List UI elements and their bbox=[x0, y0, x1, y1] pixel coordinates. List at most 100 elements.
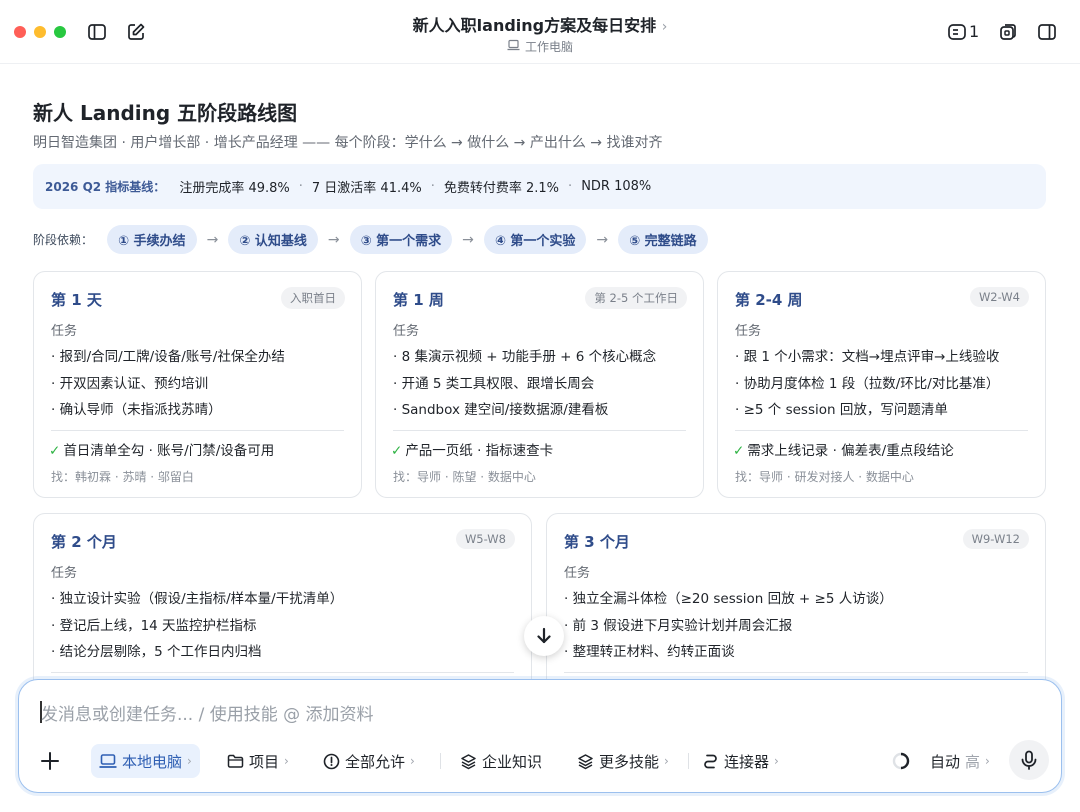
card-output: ✓ 需求上线记录 · 偏差表/重点段结论 bbox=[733, 439, 954, 459]
card-output: ✓ 首日清单全勾 · 账号/门禁/设备可用 bbox=[49, 439, 274, 459]
toolbar-divider bbox=[688, 753, 689, 769]
card-tag: 第 2-5 个工作日 bbox=[585, 287, 687, 309]
stage-card-day1: 第 1 天 入职首日 任务 · 报到/合同/工牌/设备/账号/社保全办结 · 开… bbox=[33, 271, 362, 498]
more-skills-button[interactable]: 更多技能 › bbox=[577, 744, 669, 778]
task-count: 1 bbox=[969, 22, 980, 41]
metric-separator: · bbox=[298, 179, 303, 194]
plus-icon bbox=[41, 752, 59, 770]
layers-icon bbox=[578, 753, 593, 769]
metric-item: 注册完成率 49.8% bbox=[179, 181, 290, 196]
task-item: · 整理转正材料、约转正面谈 bbox=[564, 644, 735, 660]
device-name: 工作电脑 bbox=[524, 40, 573, 54]
card-section-label: 任务 bbox=[51, 566, 78, 581]
microphone-button[interactable] bbox=[1009, 740, 1049, 780]
card-tag: W2-W4 bbox=[969, 287, 1029, 307]
stage-pill: ③ 第一个需求 bbox=[349, 225, 453, 254]
more-skills-label: 更多技能 bbox=[599, 752, 660, 771]
deps-label: 阶段依赖： bbox=[33, 233, 94, 247]
project-button[interactable]: 项目 › bbox=[227, 744, 289, 778]
connector-button[interactable]: 连接器 › bbox=[702, 744, 779, 778]
card-contacts: 找：导师 · 陈望 · 数据中心 bbox=[393, 470, 536, 484]
stage-pill: ④ 第一个实验 bbox=[483, 225, 587, 254]
card-contacts: 找：导师 · 研发对接人 · 数据中心 bbox=[735, 470, 914, 484]
stage-pill: ② 认知基线 bbox=[228, 225, 318, 254]
add-button[interactable] bbox=[39, 744, 61, 778]
stage-pill: ⑤ 完整链路 bbox=[618, 225, 708, 254]
card-divider bbox=[393, 430, 686, 431]
enterprise-knowledge-label: 企业知识 bbox=[482, 752, 543, 771]
doc-subtitle: 明日智造集团 · 用户增长部 · 增长产品经理 —— 每个阶段：学什么 → 做什… bbox=[33, 135, 663, 151]
enterprise-knowledge-button[interactable]: 企业知识 bbox=[460, 744, 542, 778]
chevron-right-icon: › bbox=[664, 754, 669, 768]
card-tag: W9-W12 bbox=[962, 529, 1029, 549]
folder-icon bbox=[227, 754, 244, 768]
stage-dependencies: 阶段依赖： ① 手续办结 → ② 认知基线 → ③ 第一个需求 → ④ 第一个实… bbox=[33, 225, 708, 254]
check-icon: ✓ bbox=[733, 443, 745, 459]
tasks-icon[interactable] bbox=[945, 20, 969, 44]
stage-card-week1: 第 1 周 第 2-5 个工作日 任务 · 8 集演示视频 + 功能手册 + 6… bbox=[375, 271, 704, 498]
chevron-right-icon: › bbox=[774, 754, 779, 768]
output-text: 首日清单全勾 · 账号/门禁/设备可用 bbox=[63, 443, 275, 459]
task-item: · Sandbox 建空间/接数据源/建看板 bbox=[393, 402, 609, 418]
connector-icon bbox=[704, 754, 717, 768]
task-item: · 前 3 假设进下月实验计划并周会汇报 bbox=[564, 617, 793, 634]
chevron-right-icon: › bbox=[661, 19, 668, 35]
chevron-right-icon: › bbox=[985, 754, 990, 768]
auto-mode-button[interactable]: 自动 高 › bbox=[891, 744, 990, 778]
local-computer-label: 本地电脑 bbox=[122, 752, 183, 771]
title-bar: 新人入职landing方案及每日安排 › 工作电脑 1 bbox=[0, 0, 1080, 64]
check-icon: ✓ bbox=[49, 443, 61, 459]
copy-window-icon[interactable] bbox=[996, 20, 1020, 44]
output-text: 需求上线记录 · 偏差表/重点段结论 bbox=[747, 443, 954, 459]
local-computer-button[interactable]: 本地电脑 › bbox=[91, 744, 200, 778]
auto-mode-label: 自动 bbox=[930, 752, 961, 771]
metric-item: 免费转付费率 2.1% bbox=[443, 181, 560, 196]
doc-title: 新人 Landing 五阶段路线图 bbox=[33, 101, 298, 125]
composer-input[interactable]: 发消息或创建任务... / 使用技能 @ 添加资料 bbox=[41, 700, 374, 725]
card-title: 第 1 天 bbox=[51, 291, 102, 309]
composer-toolbar: 本地电脑 › 项目 › 全部允许 › 企业知识 更多技能 › 连接器 › 自动 … bbox=[19, 740, 1061, 780]
card-divider bbox=[564, 672, 1028, 673]
card-title: 第 3 个月 bbox=[564, 533, 630, 551]
card-tag: 入职首日 bbox=[281, 287, 345, 309]
connector-label: 连接器 bbox=[724, 752, 770, 771]
task-item: · 独立全漏斗体检（≥20 session 回放 + ≥5 人访谈） bbox=[564, 591, 893, 607]
project-label: 项目 bbox=[249, 752, 280, 771]
toolbar-divider bbox=[440, 753, 441, 769]
task-item: · 开双因素认证、预约培训 bbox=[51, 375, 209, 392]
task-item: · 开通 5 类工具权限、跟增长周会 bbox=[393, 375, 595, 392]
metrics-baseline: 2026 Q2 指标基线： 注册完成率 49.8% · 7 日激活率 41.4%… bbox=[33, 164, 1046, 209]
output-text: 产品一页纸 · 指标速查卡 bbox=[405, 443, 554, 459]
task-item: · 确认导师（未指派找苏晴） bbox=[51, 402, 222, 418]
chevron-right-icon: › bbox=[284, 754, 289, 768]
arrow-right-icon: → bbox=[327, 231, 340, 248]
permission-button[interactable]: 全部允许 › bbox=[323, 744, 415, 778]
device-label: 工作电脑 bbox=[0, 38, 1080, 55]
metric-item: 7 日激活率 41.4% bbox=[311, 181, 422, 196]
stage-pill: ① 手续办结 bbox=[107, 225, 197, 254]
chevron-right-icon: › bbox=[187, 754, 192, 768]
loading-ring-icon bbox=[892, 752, 910, 770]
card-section-label: 任务 bbox=[51, 324, 78, 339]
window-title-text: 新人入职landing方案及每日安排 bbox=[412, 16, 657, 35]
metric-separator: · bbox=[430, 179, 435, 194]
right-panel-toggle-icon[interactable] bbox=[1035, 20, 1059, 44]
card-title: 第 1 周 bbox=[393, 291, 444, 309]
window-title[interactable]: 新人入职landing方案及每日安排 › bbox=[0, 12, 1080, 36]
task-item: · 协助月度体检 1 段（拉数/环比/对比基准） bbox=[735, 375, 1000, 392]
scroll-to-bottom-button[interactable] bbox=[524, 616, 564, 656]
chevron-right-icon: › bbox=[410, 754, 415, 768]
task-list: · 跟 1 个小需求：文档→埋点评审→上线验收 · 协助月度体检 1 段（拉数/… bbox=[735, 348, 999, 428]
message-composer[interactable]: 发消息或创建任务... / 使用技能 @ 添加资料 本地电脑 › 项目 › 全部… bbox=[18, 679, 1062, 793]
task-item: · 跟 1 个小需求：文档→埋点评审→上线验收 bbox=[735, 349, 1000, 365]
laptop-icon bbox=[507, 39, 520, 54]
laptop-icon bbox=[99, 754, 117, 768]
card-tag: W5-W8 bbox=[455, 529, 515, 549]
task-item: · 登记后上线，14 天监控护栏指标 bbox=[51, 617, 257, 634]
card-divider bbox=[51, 672, 514, 673]
permission-label: 全部允许 bbox=[345, 752, 406, 771]
stage-card-week2-4: 第 2-4 周 W2-W4 任务 · 跟 1 个小需求：文档→埋点评审→上线验收… bbox=[717, 271, 1046, 498]
metrics-label: 2026 Q2 指标基线： bbox=[45, 180, 166, 194]
arrow-right-icon: → bbox=[206, 231, 219, 248]
card-output: ✓ 产品一页纸 · 指标速查卡 bbox=[391, 439, 553, 459]
